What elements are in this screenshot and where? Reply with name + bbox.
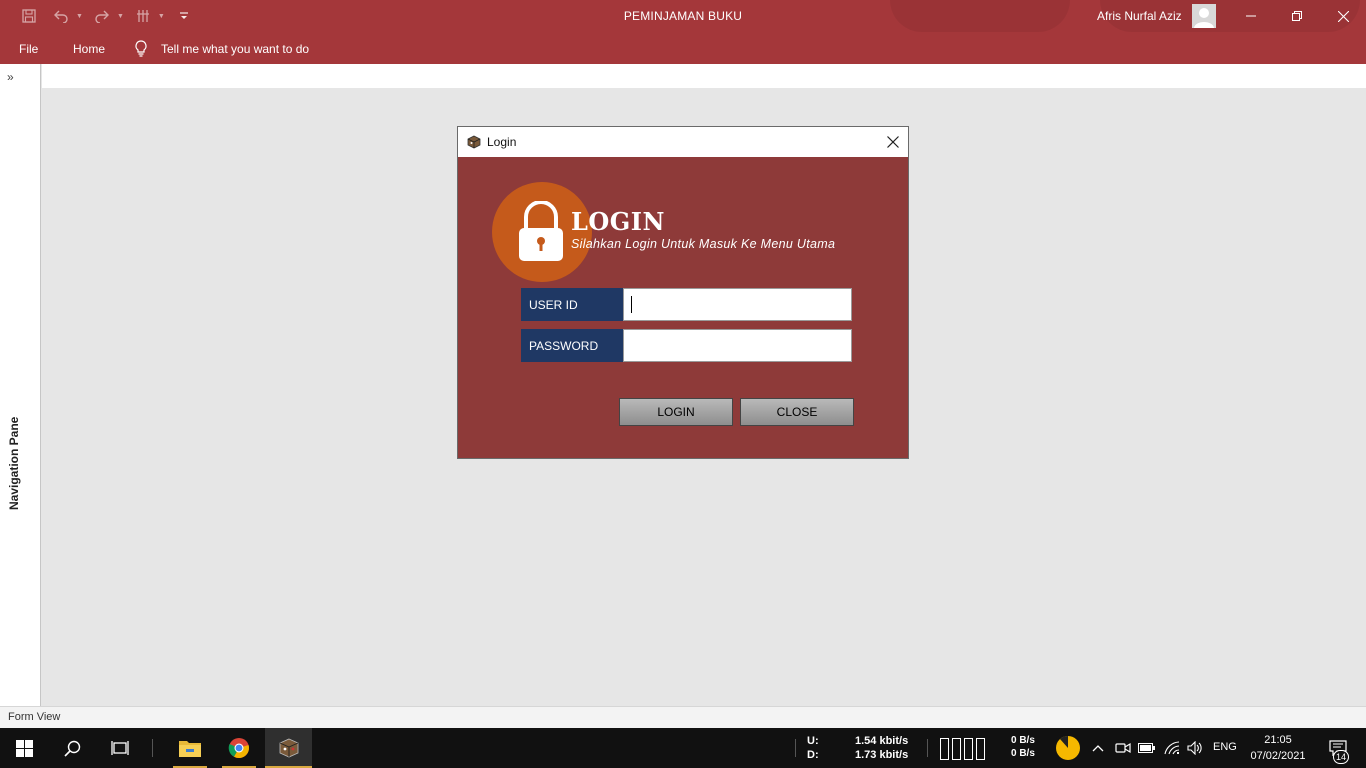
dialog-close-icon[interactable] <box>882 131 904 153</box>
input-language[interactable]: ENG <box>1213 741 1237 753</box>
navigation-pane[interactable]: » Navigation Pane <box>0 64 41 706</box>
navigation-pane-label[interactable]: Navigation Pane <box>7 417 21 510</box>
lightbulb-icon[interactable] <box>134 40 148 62</box>
access-form-icon <box>467 135 481 154</box>
double-chevron-right-icon[interactable]: » <box>7 70 14 84</box>
cpu-meter-bars-icon <box>940 738 985 760</box>
clock-date: 07/02/2021 <box>1250 750 1306 762</box>
taskbar-divider <box>927 739 928 757</box>
user-id-input[interactable] <box>623 288 852 321</box>
login-dialog: Login LOGIN Silahkan Login Untuk Masuk K… <box>457 126 909 459</box>
password-input[interactable] <box>623 329 852 362</box>
task-view-icon[interactable] <box>96 728 144 768</box>
network-meter-labels: U: D: <box>807 734 819 762</box>
dialog-title: Login <box>487 135 517 149</box>
minimize-button[interactable] <box>1228 0 1274 32</box>
tell-me-search[interactable]: Tell me what you want to do <box>161 42 309 56</box>
upload-speed: 1.54 kbit/s <box>855 735 909 747</box>
view-mode-label: Form View <box>8 711 61 723</box>
pie-meter-icon[interactable] <box>1054 728 1082 768</box>
tab-home[interactable]: Home <box>73 42 105 56</box>
volume-icon[interactable] <box>1184 728 1206 768</box>
system-clock[interactable]: 21:05 07/02/2021 <box>1246 732 1310 764</box>
account-name[interactable]: Afris Nurfal Aziz <box>1097 9 1182 23</box>
restore-button[interactable] <box>1274 0 1320 32</box>
taskbar-divider <box>152 739 153 757</box>
dialog-title-bar: Login <box>458 127 908 157</box>
lock-icon <box>519 201 563 261</box>
title-bar: ▼ ▼ ▼ PEMINJAMAN BUKU Afris Nurfal Aziz <box>0 0 1366 32</box>
wifi-icon[interactable] <box>1160 728 1184 768</box>
close-window-button[interactable] <box>1320 0 1366 32</box>
chrome-icon[interactable] <box>216 728 262 768</box>
download-label: D: <box>807 749 819 761</box>
disk-read-speed: 0 B/s <box>1011 735 1035 746</box>
login-heading: LOGIN <box>571 207 665 236</box>
status-bar: Form View <box>0 706 1366 728</box>
taskbar-divider <box>795 739 796 757</box>
clock-time: 21:05 <box>1264 734 1292 746</box>
windows-start-icon[interactable] <box>0 728 48 768</box>
document-tab-strip <box>42 64 1366 88</box>
meet-now-icon[interactable] <box>1112 728 1134 768</box>
tab-file[interactable]: File <box>19 42 38 56</box>
upload-label: U: <box>807 735 819 747</box>
user-id-label: USER ID <box>521 288 624 321</box>
file-explorer-icon[interactable] <box>167 728 213 768</box>
text-cursor <box>631 296 632 313</box>
network-meter-values: 1.54 kbit/s 1.73 kbit/s <box>855 734 908 762</box>
disk-write-speed: 0 B/s <box>1011 748 1035 759</box>
avatar-icon[interactable] <box>1192 4 1216 28</box>
login-subtitle: Silahkan Login Untuk Masuk Ke Menu Utama <box>571 237 836 251</box>
login-button[interactable]: LOGIN <box>619 398 733 426</box>
taskbar: U: D: 1.54 kbit/s 1.73 kbit/s 0 B/s 0 B/… <box>0 728 1366 768</box>
access-app-icon[interactable] <box>265 728 312 768</box>
password-label: PASSWORD <box>521 329 624 362</box>
search-icon[interactable] <box>48 728 96 768</box>
notification-count-badge: 14 <box>1333 750 1349 764</box>
battery-icon[interactable] <box>1136 728 1158 768</box>
show-hidden-icons-chevron-icon[interactable] <box>1088 728 1108 768</box>
ribbon-tabs: File Home Tell me what you want to do <box>0 32 1366 64</box>
close-button[interactable]: CLOSE <box>740 398 854 426</box>
download-speed: 1.73 kbit/s <box>855 749 909 761</box>
disk-meter: 0 B/s 0 B/s <box>1011 734 1035 760</box>
